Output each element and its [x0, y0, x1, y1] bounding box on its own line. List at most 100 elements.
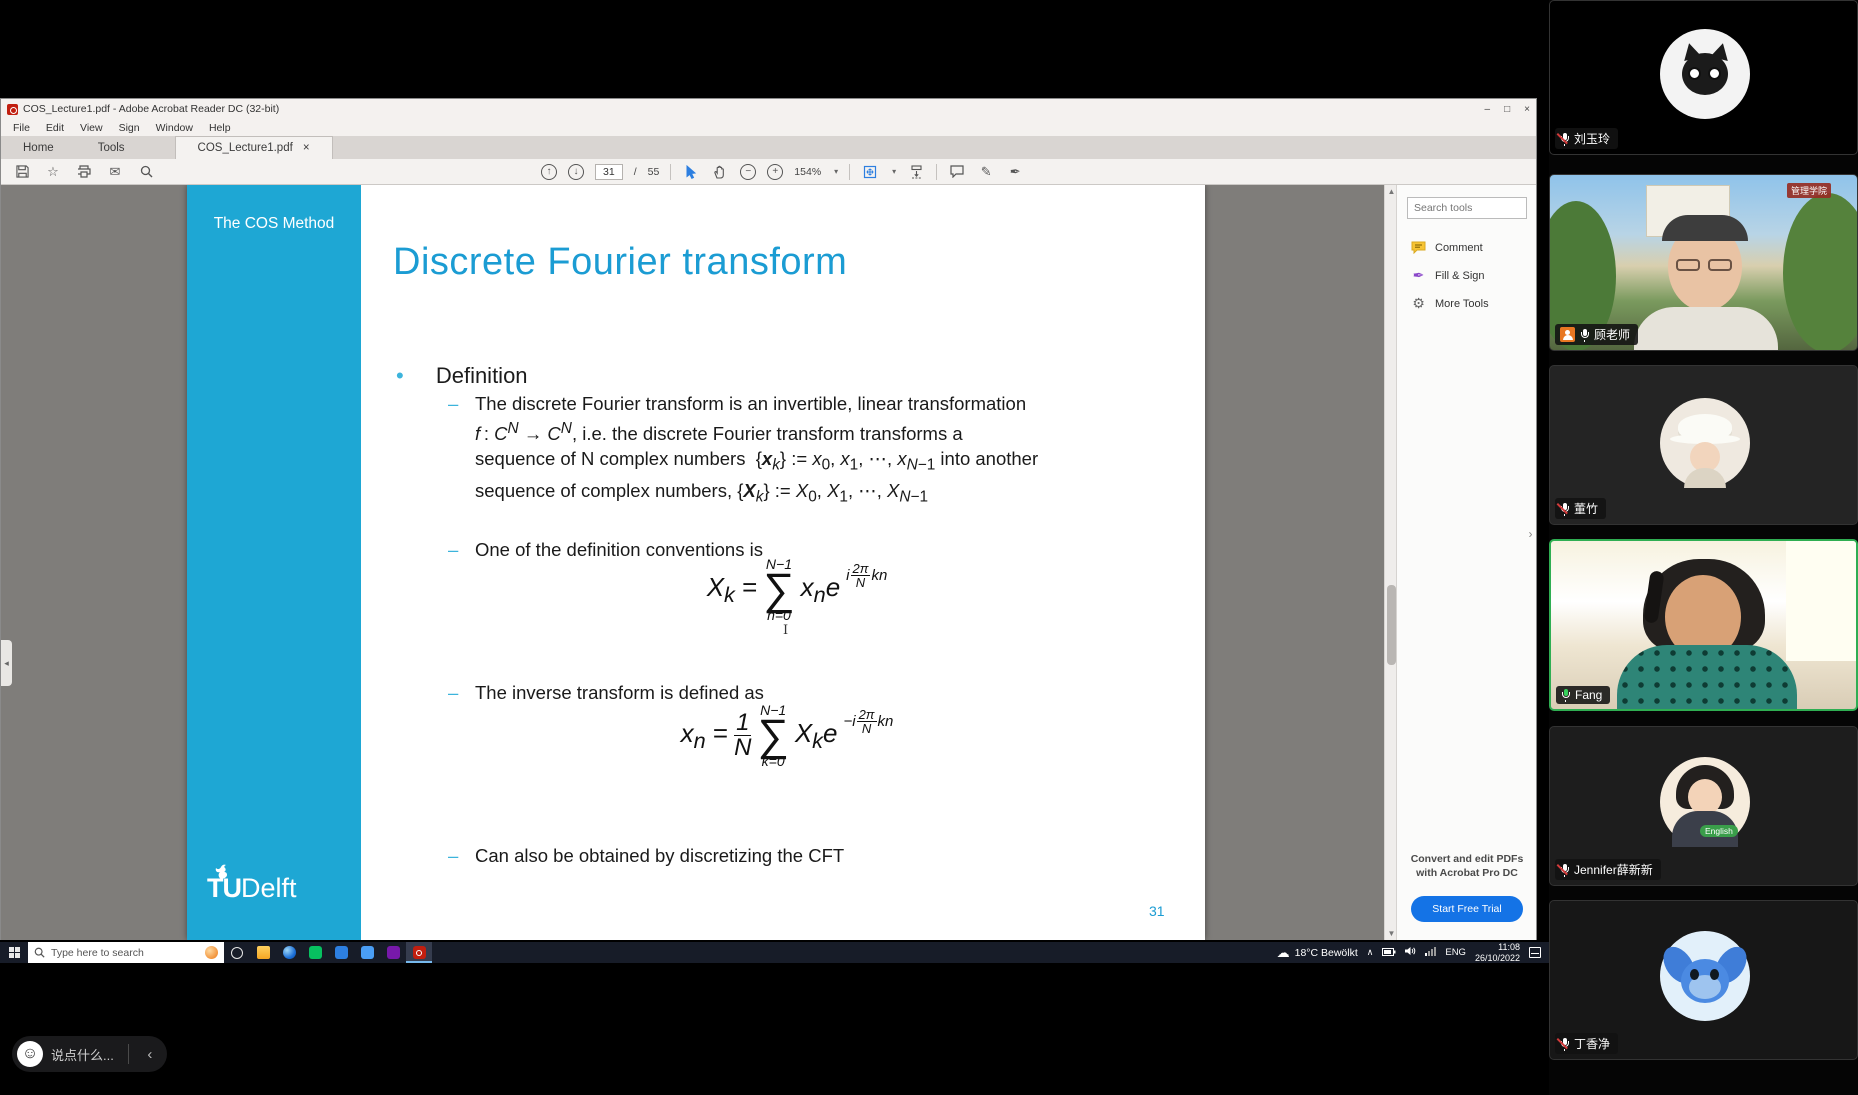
slide-page-number: 31 [1149, 903, 1165, 919]
participant-tile[interactable]: 董竹 [1549, 365, 1858, 525]
search-highlights-icon[interactable] [205, 946, 218, 959]
avatar: English [1660, 757, 1750, 847]
start-button[interactable] [0, 942, 28, 963]
window-titlebar[interactable]: COS_Lecture1.pdf - Adobe Acrobat Reader … [1, 99, 1536, 119]
formula2-lhs: xn = [681, 718, 728, 754]
emoji-icon[interactable]: ☺ [17, 1041, 43, 1067]
zoom-dropdown-icon[interactable]: ▾ [834, 167, 838, 176]
mic-muted-icon [1560, 864, 1569, 876]
language-indicator[interactable]: ENG [1445, 947, 1466, 958]
sign-tool-icon[interactable]: ✒ [1006, 163, 1024, 181]
zoom-in-icon[interactable]: + [767, 164, 783, 180]
slide-sidebar: The COS Method TUDelft [187, 185, 361, 940]
weather-widget[interactable]: ☁ 18°C Bewölkt [1277, 945, 1358, 961]
panel-item-fill-sign[interactable]: ✒ Fill & Sign [1411, 268, 1485, 283]
minimize-button[interactable]: – [1485, 104, 1491, 115]
page-number-input[interactable]: 31 [595, 164, 623, 180]
taskbar-app-purple[interactable] [380, 942, 406, 963]
page-total: 55 [648, 166, 660, 178]
next-page-icon[interactable]: ↓ [568, 164, 584, 180]
star-icon[interactable]: ☆ [44, 163, 62, 181]
tab-tools[interactable]: Tools [76, 136, 147, 159]
panel-item-comment[interactable]: Comment [1411, 240, 1483, 255]
nav-pane-toggle[interactable]: ◂ [1, 640, 12, 686]
battery-icon[interactable] [1382, 947, 1396, 959]
start-free-trial-button[interactable]: Start Free Trial [1411, 896, 1523, 922]
dash-glyph: – [448, 845, 458, 867]
pencil-tool-icon[interactable]: ✎ [977, 163, 995, 181]
network-icon[interactable] [1425, 947, 1436, 959]
toolbar: ☆ ✉ ↑ ↓ 31 / 55 − + 154% ▾ ▾ [1, 159, 1536, 185]
fill-sign-icon: ✒ [1411, 268, 1426, 283]
mic-on-icon [1580, 329, 1589, 341]
acrobat-app-icon [7, 104, 18, 115]
taskbar-app-green[interactable] [302, 942, 328, 963]
mic-speaking-icon [1561, 689, 1570, 701]
menu-file[interactable]: File [5, 122, 38, 134]
taskbar-app-cortana[interactable] [224, 942, 250, 963]
participant-nametag: 董竹 [1555, 498, 1606, 519]
print-icon[interactable] [75, 163, 93, 181]
taskbar-app-acrobat[interactable] [406, 942, 432, 963]
participant-tile[interactable]: Fang [1549, 539, 1858, 711]
participant-tile[interactable]: 丁香净 [1549, 900, 1858, 1060]
participant-name: 顾老师 [1594, 326, 1630, 343]
taskbar-app-blue-1[interactable] [328, 942, 354, 963]
zoom-out-icon[interactable]: − [740, 164, 756, 180]
save-icon[interactable] [13, 163, 31, 181]
tab-close-icon[interactable]: × [303, 142, 310, 154]
notification-center-icon[interactable] [1529, 947, 1541, 958]
weather-text: 18°C Bewölkt [1295, 947, 1358, 959]
tab-home[interactable]: Home [1, 136, 76, 159]
chat-input-placeholder[interactable]: 说点什么... [51, 1045, 120, 1064]
comment-tool-icon[interactable] [948, 163, 966, 181]
taskbar-app-blue-2[interactable] [354, 942, 380, 963]
scrolling-mode-icon[interactable] [907, 163, 925, 181]
participant-tile[interactable]: 管理学院 顾老师 [1549, 174, 1858, 351]
menu-view[interactable]: View [72, 122, 111, 134]
taskbar-app-edge[interactable] [276, 942, 302, 963]
chat-collapse-icon[interactable]: ‹ [137, 1041, 163, 1067]
meeting-chat-bar[interactable]: ☺ 说点什么... ‹ [12, 1036, 167, 1072]
window-title: COS_Lecture1.pdf - Adobe Acrobat Reader … [23, 103, 279, 115]
desktop: COS_Lecture1.pdf - Adobe Acrobat Reader … [0, 0, 1858, 1095]
tools-panel-toggle[interactable]: › [1525, 514, 1536, 554]
menu-edit[interactable]: Edit [38, 122, 72, 134]
formula1-body: xne [801, 572, 841, 608]
acrobat-promo-text: Convert and edit PDFs with Acrobat Pro D… [1397, 852, 1537, 880]
menu-help[interactable]: Help [201, 122, 239, 134]
maximize-button[interactable]: □ [1504, 104, 1510, 115]
zoom-level[interactable]: 154% [794, 166, 821, 178]
taskbar-search[interactable]: Type here to search [28, 942, 224, 963]
clock[interactable]: 11:08 26/10/2022 [1475, 942, 1520, 963]
toolbar-divider [670, 164, 671, 180]
speaker-icon[interactable] [1405, 946, 1416, 959]
bullet-definition: • Definition [396, 363, 528, 389]
tab-document[interactable]: COS_Lecture1.pdf × [175, 136, 333, 159]
video-panel: 刘玉玲 管理学院 顾老师 [1549, 0, 1858, 1095]
select-tool-icon[interactable] [682, 163, 700, 181]
menu-window[interactable]: Window [148, 122, 201, 134]
search-tools-input[interactable] [1407, 197, 1527, 219]
dash-glyph: – [448, 682, 458, 704]
fit-dropdown-icon[interactable]: ▾ [892, 167, 896, 176]
participant-tile[interactable]: English Jennifer薛新新 [1549, 726, 1858, 886]
menu-sign[interactable]: Sign [111, 122, 148, 134]
scrollbar-thumb[interactable] [1387, 585, 1396, 665]
hand-tool-icon[interactable] [711, 163, 729, 181]
tray-chevron-icon[interactable]: ∧ [1367, 947, 1374, 958]
search-icon[interactable] [137, 163, 155, 181]
fit-page-icon[interactable] [861, 163, 879, 181]
previous-page-icon[interactable]: ↑ [541, 164, 557, 180]
close-button[interactable]: × [1524, 104, 1530, 115]
panel-item-more-tools[interactable]: ⚙ More Tools [1411, 296, 1489, 311]
participant-name: 董竹 [1574, 500, 1598, 517]
video-sweater [1617, 645, 1797, 711]
participant-tile[interactable]: 刘玉玲 [1549, 0, 1858, 155]
taskbar-search-placeholder: Type here to search [51, 947, 144, 959]
chat-divider [128, 1044, 129, 1064]
email-icon[interactable]: ✉ [106, 163, 124, 181]
taskbar-app-file-explorer[interactable] [250, 942, 276, 963]
formula-dft: Xk = N−1 ∑ n=0 xne i 2πN kn [617, 557, 977, 622]
video-glasses [1708, 259, 1732, 271]
